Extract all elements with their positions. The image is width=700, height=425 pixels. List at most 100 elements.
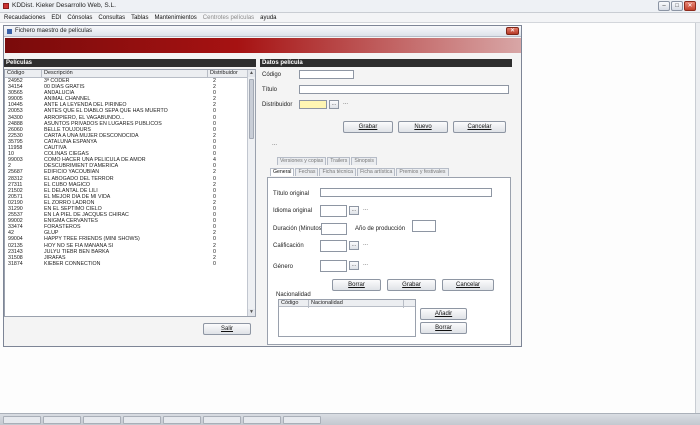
general-save-button[interactable]: Grabar bbox=[387, 279, 436, 291]
minimize-button[interactable]: – bbox=[658, 1, 670, 11]
tab-versions-copies[interactable]: Versiones y copias bbox=[277, 157, 327, 165]
general-delete-button[interactable]: Borrar bbox=[332, 279, 381, 291]
original-language-field[interactable] bbox=[320, 205, 347, 217]
tab-artistic-sheet[interactable]: Ficha artística bbox=[357, 168, 396, 176]
grid-col-code[interactable]: Código bbox=[279, 300, 309, 308]
exit-button[interactable]: Salir bbox=[203, 323, 251, 335]
menu-consolas[interactable]: Cónsolas bbox=[67, 15, 92, 21]
rating-lookup-button[interactable]: ... bbox=[349, 241, 359, 250]
taskbar bbox=[0, 413, 700, 425]
col-header-distributor[interactable]: Distribuidor bbox=[208, 70, 248, 78]
tabs-row-2: General Fechas Ficha técnica Ficha artís… bbox=[270, 168, 449, 176]
taskbar-item[interactable] bbox=[43, 416, 81, 424]
child-title: Fichero maestro de películas bbox=[15, 28, 93, 34]
tab-dates[interactable]: Fechas bbox=[295, 168, 319, 176]
original-title-field[interactable] bbox=[320, 188, 492, 197]
language-name-text: ... bbox=[363, 206, 369, 212]
tab-synopsis[interactable]: Sinopsis bbox=[351, 157, 377, 165]
menu-bar: Recaudaciones EDI Cónsolas Consultas Tab… bbox=[0, 13, 700, 23]
taskbar-item[interactable] bbox=[283, 416, 321, 424]
app-title: KDDist. Kieker Desarrollo Web, S.L. bbox=[12, 2, 116, 9]
movies-list[interactable]: Código Descripción Distribuidor 24952 3ª … bbox=[4, 69, 256, 317]
title-field[interactable] bbox=[299, 85, 509, 94]
genre-label: Género bbox=[273, 264, 294, 270]
cancel-button-label: Cancelar bbox=[467, 124, 492, 130]
list-column-headers: Código Descripción Distribuidor bbox=[5, 70, 248, 78]
app-titlebar: KDDist. Kieker Desarrollo Web, S.L. – □ … bbox=[0, 0, 700, 13]
nationality-grid[interactable]: Código Nacionalidad bbox=[278, 299, 416, 337]
list-rows: 24952 3ª CODER 2 34154 00 DIAS GRATIS 2 30565 A… bbox=[5, 78, 248, 267]
table-row[interactable]: 31874 KIEBER CONNECTION 0 bbox=[5, 261, 248, 267]
rating-field[interactable] bbox=[320, 240, 347, 252]
save-button-label: Grabar bbox=[358, 124, 378, 130]
production-year-field[interactable] bbox=[412, 220, 436, 232]
cell-code: 31874 bbox=[8, 260, 23, 267]
genre-lookup-button[interactable]: ... bbox=[349, 261, 359, 270]
scroll-up-icon[interactable]: ▲ bbox=[248, 70, 255, 77]
menu-mantenimientos[interactable]: Mantenimientos bbox=[154, 15, 196, 21]
close-button[interactable]: ✕ bbox=[684, 1, 696, 11]
code-field[interactable] bbox=[299, 70, 354, 79]
taskbar-item[interactable] bbox=[203, 416, 241, 424]
menu-centrotes-peliculas[interactable]: Centrotes películas bbox=[203, 15, 254, 21]
new-button[interactable]: Nuevo bbox=[398, 121, 448, 133]
detail-header: Datos película bbox=[260, 59, 512, 67]
genre-field[interactable] bbox=[320, 260, 347, 272]
distributor-label: Distribuidor bbox=[262, 102, 293, 108]
code-label: Código bbox=[262, 72, 282, 78]
rating-name-text: ... bbox=[363, 241, 369, 247]
taskbar-item[interactable] bbox=[163, 416, 201, 424]
scroll-down-icon[interactable]: ▼ bbox=[248, 309, 255, 316]
grid-col-nationality[interactable]: Nacionalidad bbox=[309, 300, 404, 308]
app-logo-icon bbox=[3, 3, 9, 9]
tabs-row-1: Versiones y copias Trailers Sinopsis bbox=[277, 157, 377, 165]
original-language-label: Idioma original bbox=[273, 208, 313, 214]
new-button-label: Nuevo bbox=[414, 124, 432, 130]
col-header-description[interactable]: Descripción bbox=[42, 70, 208, 78]
movies-list-header: Películas bbox=[4, 59, 256, 67]
duration-field[interactable] bbox=[321, 223, 347, 235]
menu-recaudaciones[interactable]: Recaudaciones bbox=[4, 15, 45, 21]
maximize-button[interactable]: □ bbox=[671, 1, 683, 11]
window-controls: – □ ✕ bbox=[658, 1, 696, 11]
general-delete-label: Borrar bbox=[348, 282, 365, 288]
taskbar-item[interactable] bbox=[123, 416, 161, 424]
taskbar-item[interactable] bbox=[83, 416, 121, 424]
detail-ellipsis: ... bbox=[272, 141, 278, 147]
menu-consultas[interactable]: Consultas bbox=[98, 15, 125, 21]
tab-awards-festivals[interactable]: Premios y festivales bbox=[396, 168, 449, 176]
cell-distributor: 0 bbox=[213, 260, 216, 267]
workspace-scrollbar[interactable] bbox=[695, 23, 700, 413]
exit-button-label: Salir bbox=[220, 326, 233, 332]
remove-nationality-button[interactable]: Borrar bbox=[420, 322, 467, 334]
title-label: Título bbox=[262, 87, 278, 93]
taskbar-item[interactable] bbox=[3, 416, 41, 424]
tab-general[interactable]: General bbox=[270, 168, 295, 176]
taskbar-item[interactable] bbox=[243, 416, 281, 424]
save-button[interactable]: Grabar bbox=[343, 121, 393, 133]
col-header-code[interactable]: Código bbox=[5, 70, 42, 78]
menu-edi[interactable]: EDI bbox=[51, 15, 61, 21]
child-close-button[interactable]: ✕ bbox=[506, 27, 519, 35]
nationality-grid-header: Código Nacionalidad bbox=[279, 300, 415, 308]
add-nationality-label: Añadir bbox=[434, 311, 453, 317]
tab-technical-sheet[interactable]: Ficha técnica bbox=[319, 168, 357, 176]
language-lookup-button[interactable]: ... bbox=[349, 206, 359, 215]
add-nationality-button[interactable]: Añadir bbox=[420, 308, 467, 320]
general-cancel-button[interactable]: Cancelar bbox=[442, 279, 494, 291]
list-scrollbar[interactable]: ▲ ▼ bbox=[247, 70, 255, 316]
nationality-label: Nacionalidad bbox=[276, 292, 311, 298]
general-save-label: Grabar bbox=[402, 282, 421, 288]
cell-description: KIEBER CONNECTION bbox=[44, 260, 101, 267]
menu-tablas[interactable]: Tablas bbox=[131, 15, 148, 21]
distributor-lookup-button[interactable]: ... bbox=[329, 100, 339, 109]
distributor-field[interactable] bbox=[299, 100, 327, 109]
child-titlebar: Fichero maestro de películas ✕ bbox=[4, 26, 521, 37]
cancel-button[interactable]: Cancelar bbox=[453, 121, 506, 133]
remove-nationality-label: Borrar bbox=[435, 325, 452, 331]
tab-trailers[interactable]: Trailers bbox=[327, 157, 351, 165]
menu-ayuda[interactable]: ayuda bbox=[260, 15, 276, 21]
distributor-name-text: ... bbox=[343, 100, 349, 106]
scroll-thumb[interactable] bbox=[249, 79, 254, 139]
window-icon bbox=[7, 29, 12, 34]
